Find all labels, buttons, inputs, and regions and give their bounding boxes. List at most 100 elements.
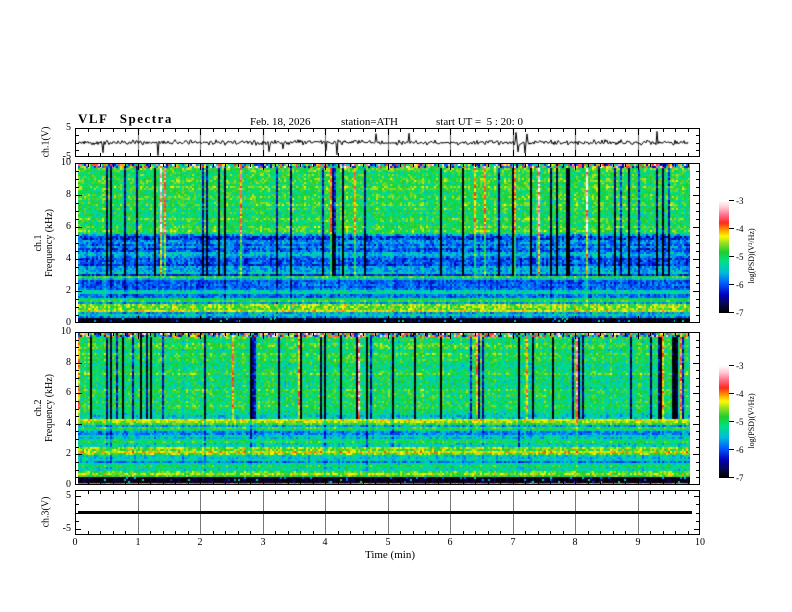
tick-mark xyxy=(729,284,734,285)
tick-mark xyxy=(425,319,426,322)
tick-mark xyxy=(238,333,239,336)
tick-mark xyxy=(650,481,651,484)
tick-mark xyxy=(338,481,339,484)
tick-mark xyxy=(696,462,699,463)
tick-mark xyxy=(350,491,351,494)
tick-mark xyxy=(76,267,79,268)
tick-mark xyxy=(76,299,79,300)
tick-mark xyxy=(225,531,226,534)
tick-mark xyxy=(250,153,251,156)
tick-mark xyxy=(675,481,676,484)
freq-tick-label: 0 xyxy=(66,317,71,328)
tick-mark xyxy=(200,333,201,339)
tick-mark xyxy=(213,164,214,167)
tick-mark xyxy=(100,164,101,167)
volt-tick-label: -5 xyxy=(62,523,71,534)
station-label: station=ATH xyxy=(341,116,398,128)
tick-mark xyxy=(350,164,351,167)
tick-mark xyxy=(613,333,614,336)
tick-mark xyxy=(625,129,626,132)
tick-mark xyxy=(313,129,314,132)
tick-mark xyxy=(125,153,126,156)
tick-mark xyxy=(113,164,114,167)
tick-mark xyxy=(488,129,489,132)
tick-mark xyxy=(113,491,114,494)
tick-mark xyxy=(76,416,79,417)
tick-mark xyxy=(638,333,639,339)
tick-mark xyxy=(375,164,376,167)
tick-mark xyxy=(696,143,699,144)
tick-mark xyxy=(250,164,251,167)
tick-mark xyxy=(625,164,626,167)
tick-mark xyxy=(600,491,601,494)
ch2-spectrogram-canvas xyxy=(78,333,690,484)
tick-mark xyxy=(688,531,689,534)
tick-mark xyxy=(188,531,189,534)
freq-tick-label: 8 xyxy=(66,357,71,368)
tick-mark xyxy=(200,478,201,484)
tick-mark xyxy=(163,164,164,167)
colorbar-tick-label: -7 xyxy=(736,473,744,483)
tick-mark xyxy=(696,370,699,371)
tick-mark xyxy=(188,129,189,132)
vlf-spectra-figure: VLF Spectra Feb. 18, 2026 station=ATH st… xyxy=(0,0,792,612)
tick-mark xyxy=(575,316,576,322)
tick-mark xyxy=(638,164,639,170)
tick-mark xyxy=(125,531,126,534)
tick-mark xyxy=(600,153,601,156)
tick-mark xyxy=(288,491,289,494)
tick-mark xyxy=(138,129,139,135)
tick-mark xyxy=(76,219,79,220)
tick-mark xyxy=(76,409,79,410)
tick-mark xyxy=(413,333,414,336)
tick-mark xyxy=(150,333,151,336)
tick-mark xyxy=(88,333,89,336)
tick-mark xyxy=(76,470,79,471)
tick-mark xyxy=(588,531,589,534)
tick-mark xyxy=(500,164,501,167)
tick-mark xyxy=(513,150,514,156)
tick-mark xyxy=(113,319,114,322)
tick-mark xyxy=(76,283,79,284)
tick-mark xyxy=(438,129,439,132)
tick-mark xyxy=(338,491,339,494)
tick-mark xyxy=(350,129,351,132)
tick-mark xyxy=(500,333,501,336)
tick-mark xyxy=(729,200,734,201)
tick-mark xyxy=(150,531,151,534)
freq-tick-label: 4 xyxy=(66,418,71,429)
tick-mark xyxy=(425,153,426,156)
tick-mark xyxy=(163,491,164,494)
tick-mark xyxy=(88,491,89,494)
tick-mark xyxy=(76,393,82,394)
tick-mark xyxy=(438,164,439,167)
tick-mark xyxy=(225,129,226,132)
tick-mark xyxy=(338,129,339,132)
tick-mark xyxy=(163,531,164,534)
tick-mark xyxy=(175,319,176,322)
tick-mark xyxy=(538,129,539,132)
tick-mark xyxy=(425,491,426,494)
tick-mark xyxy=(438,531,439,534)
tick-mark xyxy=(463,164,464,167)
tick-mark xyxy=(563,491,564,494)
tick-mark xyxy=(500,531,501,534)
tick-mark xyxy=(300,333,301,336)
tick-mark xyxy=(696,251,699,252)
time-tick-label: 10 xyxy=(695,537,705,548)
time-tick-label: 3 xyxy=(260,537,266,548)
tick-mark xyxy=(425,164,426,167)
tick-mark xyxy=(696,470,699,471)
tick-mark xyxy=(76,521,79,522)
tick-mark xyxy=(488,319,489,322)
tick-mark xyxy=(363,164,364,167)
tick-mark xyxy=(425,481,426,484)
tick-mark xyxy=(76,291,82,292)
tick-mark xyxy=(650,129,651,132)
tick-mark xyxy=(375,333,376,336)
tick-mark xyxy=(729,421,734,422)
tick-mark xyxy=(363,319,364,322)
tick-mark xyxy=(400,153,401,156)
freq-tick-label: 6 xyxy=(66,221,71,232)
colorbar-tick-label: -3 xyxy=(736,361,744,371)
